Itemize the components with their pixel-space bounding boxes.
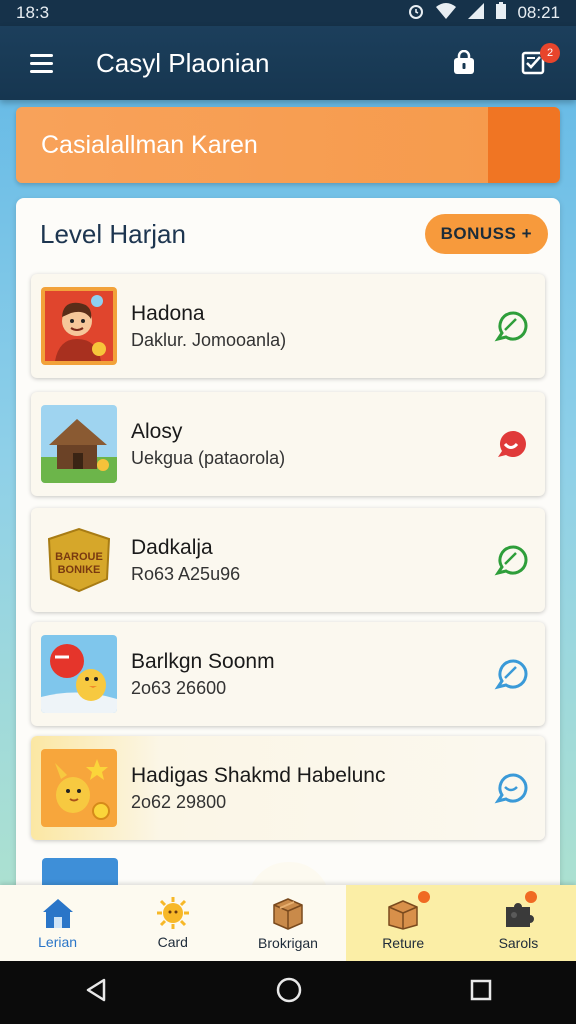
item-text: Alosy Uekgua (pataorola) xyxy=(131,420,491,469)
box-icon xyxy=(388,900,418,930)
svg-text:BONIKE: BONIKE xyxy=(58,564,101,576)
card-header: Level Harjan BONUSS + xyxy=(16,198,560,270)
menu-icon[interactable] xyxy=(20,41,64,85)
leaf-chat-icon[interactable] xyxy=(491,306,531,346)
nav-item-lerian[interactable]: Lerian xyxy=(0,885,115,961)
item-title: Alosy xyxy=(131,419,183,443)
item-text: Hadona Daklur. Jomooanla) xyxy=(131,302,491,351)
battery-icon xyxy=(495,1,507,25)
nav-item-reture[interactable]: Reture xyxy=(345,885,461,961)
duck-balloon-icon xyxy=(41,635,117,713)
level-card: Level Harjan BONUSS + Hadona Daklur. Jom… xyxy=(16,198,560,898)
list-item[interactable]: Barlkgn Soonm 2o63 26600 xyxy=(31,622,545,726)
home-icon xyxy=(42,899,73,928)
item-text: Hadigas Shakmd Habelunc 2o62 29800 xyxy=(131,764,491,813)
status-time-left: 18:3 xyxy=(16,3,50,22)
list-item[interactable]: Alosy Uekgua (pataorola) xyxy=(31,392,545,496)
item-title: Barlkgn Soonm xyxy=(131,649,275,673)
list-item[interactable]: Hadigas Shakmd Habelunc 2o62 29800 xyxy=(31,736,545,840)
blue-chat-icon[interactable] xyxy=(491,654,531,694)
item-subtitle: Ro63 A25u96 xyxy=(131,563,241,584)
nav-label: Reture xyxy=(382,935,425,951)
status-time-right: 08:21 xyxy=(517,3,560,22)
item-title: Hadona xyxy=(131,301,205,325)
item-subtitle: 2o63 26600 xyxy=(131,677,227,698)
status-bar: 18:3 08:21 xyxy=(0,0,576,26)
bonus-button[interactable]: BONUSS + xyxy=(424,214,548,254)
promo-banner[interactable]: Casialallman Karen xyxy=(16,107,560,183)
status-icons: 08:21 xyxy=(407,1,560,25)
nav-badge-dot xyxy=(417,891,430,903)
item-subtitle: 2o62 29800 xyxy=(131,791,227,812)
item-title: Dadkalja xyxy=(131,535,213,559)
nav-item-brokrigan[interactable]: Brokrigan xyxy=(230,885,345,961)
svg-text:BAROUE: BAROUE xyxy=(55,551,103,563)
promo-text: Casialallman Karen xyxy=(41,130,258,159)
bottom-nav: Lerian Card Brokrigan Reture Sarols xyxy=(0,885,576,961)
signal-icon xyxy=(467,2,485,25)
item-subtitle: Daklur. Jomooanla) xyxy=(131,329,287,350)
nav-item-sarols[interactable]: Sarols xyxy=(460,885,576,961)
lock-bag-icon xyxy=(454,50,474,74)
recents-icon[interactable] xyxy=(468,977,494,1008)
nav-label: Brokrigan xyxy=(258,935,318,951)
nav-badge-dot xyxy=(524,891,537,903)
app-bar: Casyl Plaonian 2 xyxy=(0,26,576,100)
app-title: Casyl Plaonian xyxy=(96,47,270,78)
item-title: Hadigas Shakmd Habelunc xyxy=(131,763,386,787)
nav-item-card[interactable]: Card xyxy=(115,885,230,961)
section-title: Level Harjan xyxy=(40,218,186,249)
wifi-icon xyxy=(435,2,457,25)
nav-label: Sarols xyxy=(498,935,539,951)
alarm-icon xyxy=(407,2,425,25)
item-text: Barlkgn Soonm 2o63 26600 xyxy=(131,650,491,699)
nav-label: Card xyxy=(157,934,188,950)
sun-icon xyxy=(156,897,189,929)
notification-badge: 2 xyxy=(540,43,560,63)
character-avatar-icon xyxy=(41,287,117,365)
checklist-button[interactable]: 2 xyxy=(512,41,560,85)
promo-accent xyxy=(488,107,560,183)
list-item[interactable]: Hadona Daklur. Jomooanla) xyxy=(31,274,545,378)
red-chat-icon[interactable] xyxy=(491,424,531,464)
item-text: Dadkalja Ro63 A25u96 xyxy=(131,536,491,585)
nav-label: Lerian xyxy=(38,934,78,950)
blue-chat-icon[interactable] xyxy=(491,768,531,808)
leaf-chat-icon[interactable] xyxy=(491,540,531,580)
system-nav-bar xyxy=(0,961,576,1024)
back-icon[interactable] xyxy=(82,976,110,1009)
lock-bag-button[interactable] xyxy=(442,41,486,85)
crate-icon xyxy=(273,898,303,930)
bonus-badge-icon: BAROUE BONIKE xyxy=(41,521,117,599)
item-subtitle: Uekgua (pataorola) xyxy=(131,447,286,468)
duck-star-icon xyxy=(41,749,117,827)
list-item[interactable]: BAROUE BONIKE Dadkalja Ro63 A25u96 xyxy=(31,508,545,612)
home-circle-icon[interactable] xyxy=(274,975,304,1010)
hut-icon xyxy=(41,405,117,483)
